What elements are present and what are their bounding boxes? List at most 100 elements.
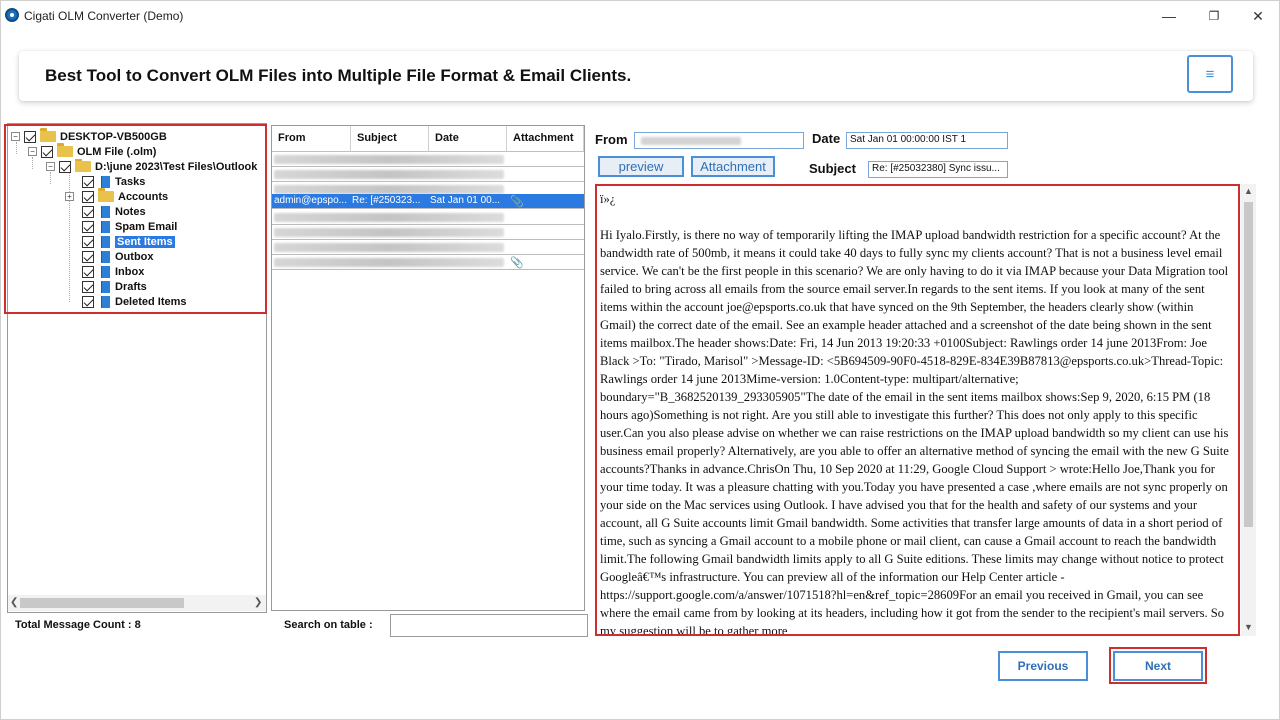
tree-node-accounts[interactable]: + Accounts — [65, 188, 169, 204]
expand-icon[interactable]: + — [65, 192, 74, 201]
hamburger-menu-icon: ≡ — [1205, 65, 1215, 83]
from-label: From — [595, 132, 628, 147]
header-banner: Best Tool to Convert OLM Files into Mult… — [19, 51, 1253, 101]
tree-label-deleted: Deleted Items — [115, 295, 187, 308]
column-header-attachment[interactable]: Attachment — [507, 126, 584, 152]
banner-title: Best Tool to Convert OLM Files into Mult… — [45, 66, 632, 85]
message-text: Hi Iyalo.Firstly, is there no way of tem… — [600, 228, 1229, 636]
notes-icon — [98, 205, 110, 218]
subject-label: Subject — [809, 161, 856, 176]
scroll-down-icon[interactable]: ▼ — [1244, 622, 1253, 632]
message-body: ï»¿ Hi Iyalo.Firstly, is there no way of… — [600, 190, 1230, 636]
sent-folder-icon — [98, 235, 110, 248]
minimize-button[interactable]: — — [1147, 1, 1191, 31]
table-row[interactable] — [272, 240, 584, 255]
checkbox-spam[interactable] — [82, 220, 94, 233]
checkbox-notes[interactable] — [82, 205, 94, 218]
scroll-right-icon[interactable]: ❯ — [254, 597, 262, 608]
attachment-button[interactable]: Attachment — [691, 156, 775, 177]
scrollbar-thumb[interactable] — [1244, 202, 1253, 527]
tree-label-olm: OLM File (.olm) — [77, 145, 157, 158]
tree-node-outbox[interactable]: Outbox — [82, 249, 154, 264]
scroll-up-icon[interactable]: ▲ — [1244, 186, 1253, 196]
preview-vertical-scrollbar[interactable]: ▲ ▼ — [1241, 184, 1256, 636]
tree-node-deleted[interactable]: Deleted Items — [82, 294, 187, 309]
menu-button[interactable]: ≡ — [1187, 55, 1233, 93]
cell-from: admin@epspo... — [274, 195, 347, 206]
table-row[interactable] — [272, 225, 584, 240]
cell-subject: Re: [#250323... — [352, 195, 421, 206]
tree-label-drafts: Drafts — [115, 280, 147, 293]
search-label: Search on table : — [284, 619, 373, 631]
subject-field[interactable]: Re: [#25032380] Sync issu... — [868, 161, 1008, 178]
checkbox-drafts[interactable] — [82, 280, 94, 293]
tree-label-notes: Notes — [115, 205, 146, 218]
folder-icon — [57, 143, 73, 157]
tree-label-outbox: Outbox — [115, 250, 154, 263]
tree-node-sent[interactable]: Sent Items — [82, 234, 175, 249]
checkbox-tasks[interactable] — [82, 175, 94, 188]
checkbox-root[interactable] — [24, 130, 36, 143]
tree-node-path[interactable]: − D:\june 2023\Test Files\Outlook — [46, 159, 262, 174]
tasks-icon — [98, 175, 110, 188]
trash-icon — [98, 295, 110, 308]
tree-label-accounts: Accounts — [118, 190, 169, 203]
scrollbar-thumb[interactable] — [20, 598, 184, 608]
checkbox-path[interactable] — [59, 160, 71, 173]
window-title: Cigati OLM Converter (Demo) — [24, 9, 184, 23]
table-row-selected[interactable]: admin@epspo... Re: [#250323... Sat Jan 0… — [272, 194, 584, 209]
from-field[interactable] — [634, 132, 804, 149]
collapse-icon[interactable]: − — [11, 132, 20, 141]
folder-icon — [75, 159, 91, 172]
tree-node-spam[interactable]: Spam Email — [82, 219, 177, 234]
table-row[interactable] — [272, 210, 584, 225]
collapse-icon[interactable]: − — [28, 147, 37, 156]
tree-node-inbox[interactable]: Inbox — [82, 264, 144, 279]
collapse-icon[interactable]: − — [46, 162, 55, 171]
inbox-icon — [98, 265, 110, 278]
tree-node-olm[interactable]: − OLM File (.olm) — [28, 143, 157, 159]
tree-label-tasks: Tasks — [115, 175, 146, 188]
total-message-count: Total Message Count : 8 — [15, 619, 141, 631]
message-preview[interactable]: ï»¿ Hi Iyalo.Firstly, is there no way of… — [595, 184, 1240, 636]
tree-node-tasks[interactable]: Tasks — [82, 174, 145, 189]
table-row[interactable]: 📎 — [272, 255, 584, 270]
checkbox-deleted[interactable] — [82, 295, 94, 308]
column-header-subject[interactable]: Subject — [351, 126, 429, 152]
tree-node-root[interactable]: − DESKTOP-VB500GB — [11, 128, 167, 144]
search-input[interactable] — [390, 614, 588, 637]
date-label: Date — [812, 131, 841, 146]
drafts-icon — [98, 280, 110, 293]
maximize-button[interactable]: ❐ — [1192, 1, 1236, 31]
table-row[interactable] — [272, 152, 584, 167]
tree-horizontal-scrollbar[interactable]: ❮ ❯ — [8, 595, 266, 611]
checkbox-accounts[interactable] — [82, 190, 94, 203]
tree-label-sent: Sent Items — [115, 235, 175, 248]
date-field[interactable]: Sat Jan 01 00:00:00 IST 1 — [846, 132, 1008, 149]
attachment-clip-icon: 📎 — [510, 196, 524, 208]
tree-label-root: DESKTOP-VB500GB — [60, 130, 167, 143]
folder-icon — [98, 188, 114, 202]
column-header-date[interactable]: Date — [429, 126, 507, 152]
preview-button[interactable]: preview — [598, 156, 684, 177]
close-button[interactable]: ✕ — [1236, 1, 1280, 31]
tree-node-drafts[interactable]: Drafts — [82, 279, 147, 294]
spam-folder-icon — [98, 220, 110, 233]
tree-label-inbox: Inbox — [115, 265, 145, 278]
title-bar: Cigati OLM Converter (Demo) — ❐ ✕ — [1, 1, 1279, 31]
checkbox-outbox[interactable] — [82, 250, 94, 263]
email-table: From Subject Date Attachment admin@epspo… — [271, 125, 585, 611]
checkbox-sent[interactable] — [82, 235, 94, 248]
app-window: Cigati OLM Converter (Demo) — ❐ ✕ Best T… — [0, 0, 1280, 720]
outbox-icon — [98, 250, 110, 263]
previous-button[interactable]: Previous — [998, 651, 1088, 681]
checkbox-inbox[interactable] — [82, 265, 94, 278]
tree-label-path: D:\june 2023\Test Files\Outlook — [95, 160, 258, 173]
folder-tree-panel: − DESKTOP-VB500GB − OLM File (.olm) − D:… — [7, 123, 267, 613]
table-row[interactable] — [272, 167, 584, 182]
message-bom: ï»¿ — [600, 192, 616, 206]
tree-node-notes[interactable]: Notes — [82, 204, 146, 219]
checkbox-olm[interactable] — [41, 145, 53, 158]
column-header-from[interactable]: From — [272, 126, 351, 152]
scroll-left-icon[interactable]: ❮ — [10, 597, 18, 608]
